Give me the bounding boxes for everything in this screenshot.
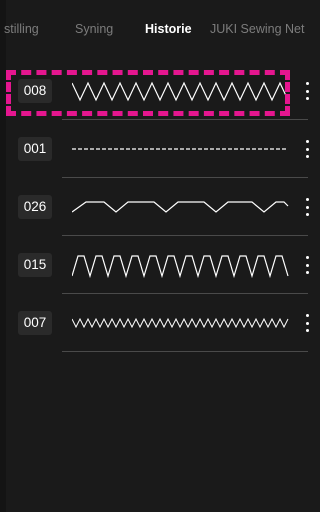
history-item-007[interactable]: 007 xyxy=(0,294,320,352)
more-options-icon[interactable] xyxy=(300,312,314,334)
stitch-code: 008 xyxy=(18,79,52,103)
fine-zigzag-stitch-icon xyxy=(72,308,290,338)
tab-bar: stilling Syning Historie JUKI Sewing Net xyxy=(0,0,320,58)
history-item-015[interactable]: 015 xyxy=(0,236,320,294)
more-options-icon[interactable] xyxy=(300,138,314,160)
stitch-code: 015 xyxy=(18,253,52,277)
more-options-icon[interactable] xyxy=(300,80,314,102)
overlock-stitch-icon xyxy=(72,250,290,280)
history-item-008[interactable]: 008 xyxy=(0,62,320,120)
straight-stitch-icon xyxy=(72,134,290,164)
more-options-icon[interactable] xyxy=(300,254,314,276)
tab-innstilling[interactable]: stilling xyxy=(4,22,39,36)
stitch-code: 026 xyxy=(18,195,52,219)
stitch-code: 007 xyxy=(18,311,52,335)
history-item-026[interactable]: 026 xyxy=(0,178,320,236)
tab-historie[interactable]: Historie xyxy=(145,22,192,36)
zigzag-stitch-icon xyxy=(72,76,290,106)
history-item-001[interactable]: 001 xyxy=(0,120,320,178)
more-options-icon[interactable] xyxy=(300,196,314,218)
blind-hem-stitch-icon xyxy=(72,192,290,222)
tab-syning[interactable]: Syning xyxy=(75,22,113,36)
stitch-code: 001 xyxy=(18,137,52,161)
tab-juki-sewing-net[interactable]: JUKI Sewing Net xyxy=(210,22,304,36)
row-divider xyxy=(62,351,308,352)
